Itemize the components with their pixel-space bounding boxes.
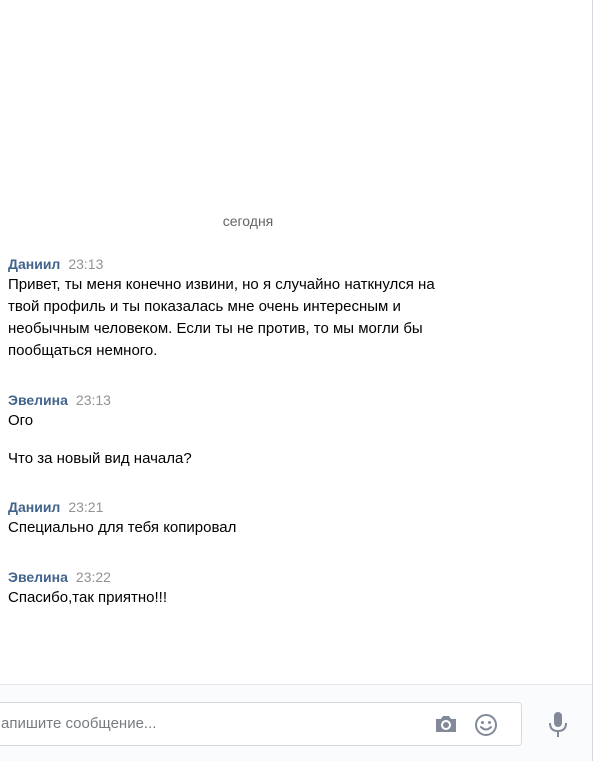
message-input[interactable]: апишите сообщение... bbox=[0, 702, 522, 746]
message-time[interactable]: 23:13 bbox=[76, 392, 111, 408]
message-line: пообщаться немного. bbox=[8, 342, 158, 359]
message-author[interactable]: Эвелина bbox=[8, 569, 68, 585]
message-text: Привет, ты меня конечно извини, но я слу… bbox=[8, 274, 488, 362]
message-composer: апишите сообщение... bbox=[0, 684, 592, 761]
message-group: Даниил 23:21 Специально для тебя копирова… bbox=[8, 497, 488, 539]
message-text: Спасибо,так приятно!!! bbox=[8, 589, 168, 606]
microphone-icon[interactable] bbox=[548, 711, 568, 739]
message-time[interactable]: 23:13 bbox=[68, 256, 103, 272]
message-text: Ого bbox=[8, 412, 34, 429]
message-line: твой профиль и ты показалась мне очень и… bbox=[8, 298, 401, 315]
message-line: Привет, ты меня конечно извини, но я слу… bbox=[8, 276, 435, 293]
message-time[interactable]: 23:21 bbox=[68, 499, 103, 515]
message-time[interactable]: 23:22 bbox=[76, 569, 111, 585]
message-author[interactable]: Даниил bbox=[8, 256, 60, 272]
message-line: необычным человеком. Если ты не против, … bbox=[8, 320, 423, 337]
date-divider: сегодня bbox=[222, 213, 274, 229]
message-group: Эвелина 23:13 Ого Что за новый вид начала… bbox=[8, 390, 488, 470]
chat-history: сегодня Даниил 23:13 Привет, ты меня коне… bbox=[0, 0, 592, 684]
message-text: Что за новый вид начала? bbox=[8, 450, 192, 467]
camera-icon[interactable] bbox=[434, 713, 458, 735]
smile-icon[interactable] bbox=[474, 713, 498, 737]
message-group: Даниил 23:13 Привет, ты меня конечно изви… bbox=[8, 254, 488, 362]
message-text: Специально для тебя копировал bbox=[8, 519, 237, 536]
message-group: Эвелина 23:22 Спасибо,так приятно!!! bbox=[8, 567, 488, 609]
message-author[interactable]: Эвелина bbox=[8, 392, 68, 408]
message-author[interactable]: Даниил bbox=[8, 499, 60, 515]
message-input-placeholder: апишите сообщение... bbox=[1, 715, 157, 732]
